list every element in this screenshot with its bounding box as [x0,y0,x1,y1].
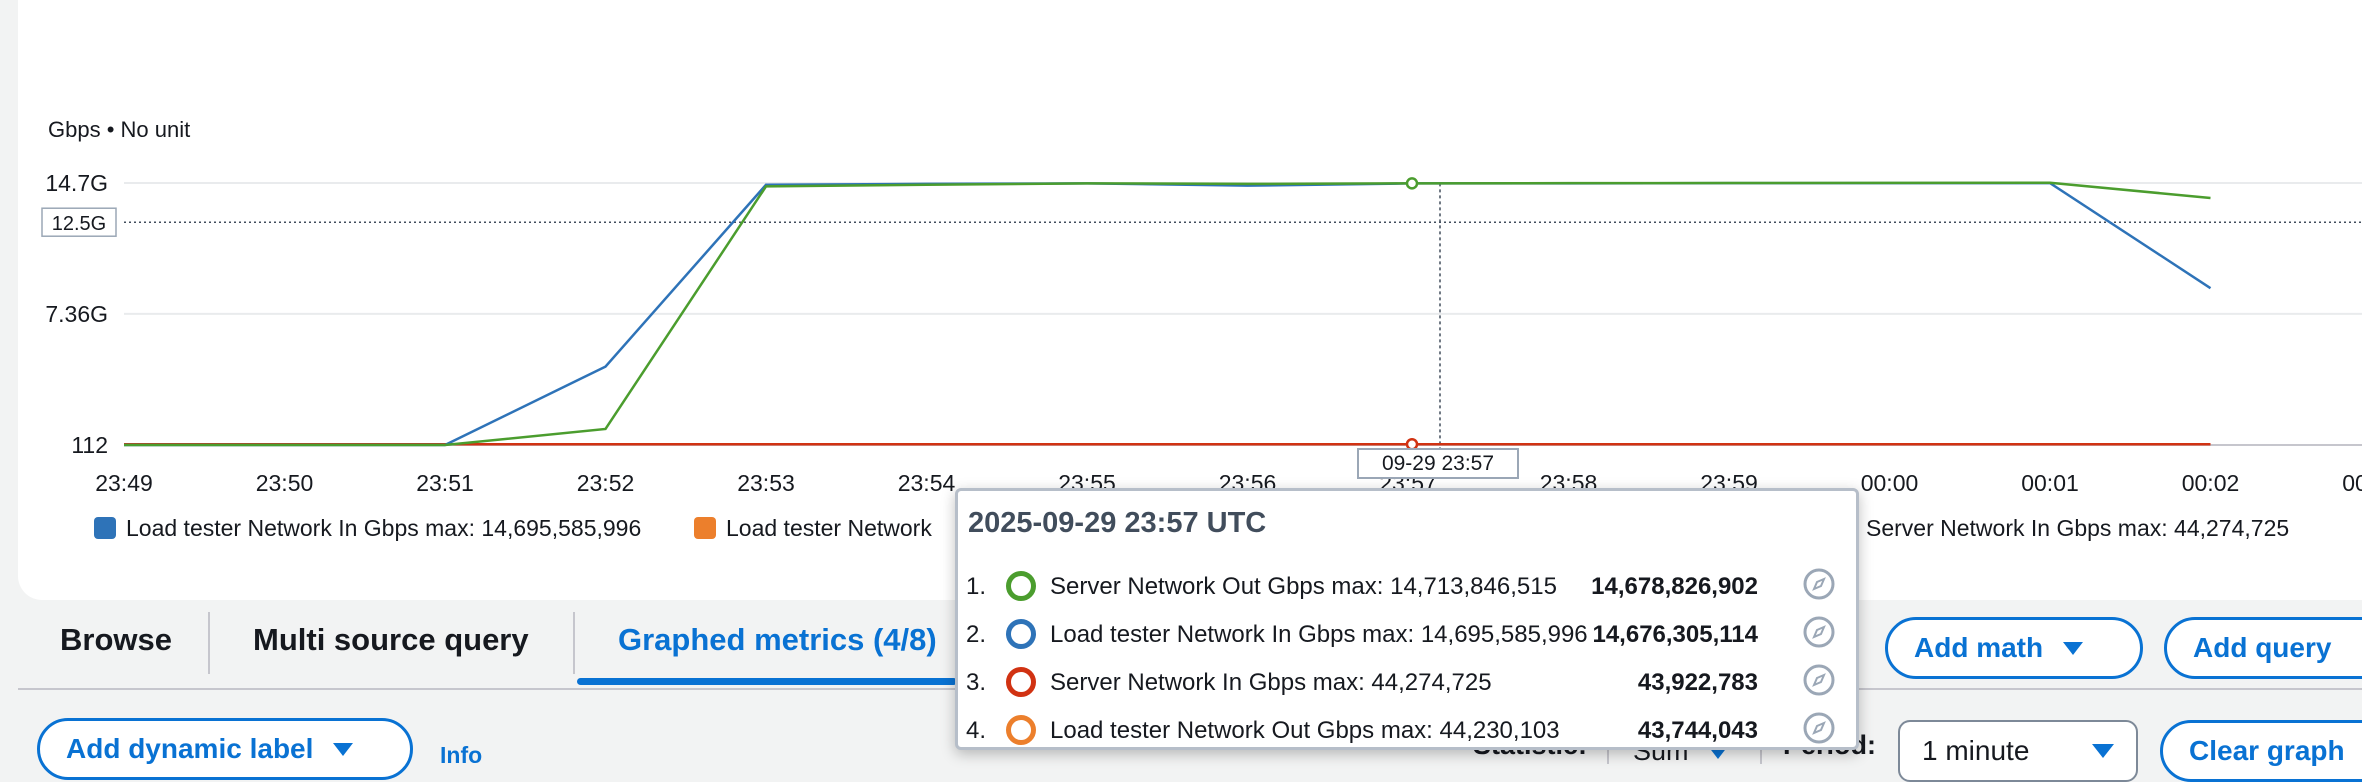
series-ring-icon [1006,619,1036,649]
compass-icon[interactable] [1802,663,1836,704]
row-number: 4. [966,717,986,745]
tab-browse[interactable]: Browse [60,622,172,658]
add-math-button[interactable]: Add math [1885,617,2143,679]
x-tick-label: 23:51 [416,470,474,496]
period-value: 1 minute [1922,735,2029,767]
row-number: 2. [966,621,986,649]
row-series-name: Load tester Network In Gbps max: 14,695,… [1050,621,1588,649]
row-number: 3. [966,669,986,697]
row-series-name: Server Network In Gbps max: 44,274,725 [1050,669,1492,697]
add-math-label: Add math [1914,632,2043,664]
row-value: 14,676,305,114 [1592,621,1758,649]
row-value: 43,744,043 [1638,717,1758,745]
legend-item-load-tester-out[interactable]: Load tester Network [694,513,932,543]
row-series-name: Server Network Out Gbps max: 14,713,846,… [1050,573,1557,601]
tab-multi-source-query[interactable]: Multi source query [253,622,529,658]
x-tick-label: 23:54 [898,470,956,496]
legend-label: Load tester Network In Gbps max: 14,695,… [126,515,641,542]
compass-icon[interactable] [1802,567,1836,608]
x-tick-label: 23:49 [95,470,153,496]
info-link[interactable]: Info [440,742,482,769]
threshold-label: 12.5G [52,213,106,235]
compass-icon[interactable] [1802,615,1836,656]
caret-down-icon [333,743,353,756]
tooltip-row: 3. Server Network In Gbps max: 44,274,72… [966,663,1846,703]
y-tick-label: 14.7G [45,170,108,196]
hover-point-marker [1407,178,1417,188]
add-query-button[interactable]: Add query [2164,617,2362,679]
tooltip-row: 1. Server Network Out Gbps max: 14,713,8… [966,567,1846,607]
period-select[interactable]: 1 minute [1898,720,2138,782]
line-chart[interactable]: 14.7G 7.36G 112 12.5G 23:49 23:50 23:51 23:52 23… [0,0,2362,560]
row-number: 1. [966,573,986,601]
legend-swatch [694,517,716,539]
row-value: 43,922,783 [1638,669,1758,697]
x-tick-label: 23:50 [256,470,314,496]
legend-item-server-in[interactable]: Server Network In Gbps max: 44,274,725 [1866,513,2289,543]
x-tick-label: 00:01 [2021,470,2079,496]
add-dynamic-label-button[interactable]: Add dynamic label [37,718,413,780]
caret-down-icon [2063,642,2083,655]
y-axis-unit-label: Gbps • No unit [48,117,190,143]
x-tick-label: 23:52 [577,470,635,496]
legend-item-load-tester-in[interactable]: Load tester Network In Gbps max: 14,695,… [94,513,641,543]
tab-divider [208,612,210,674]
legend-label: Server Network In Gbps max: 44,274,725 [1866,515,2289,542]
add-dynamic-label-text: Add dynamic label [66,733,313,765]
caret-down-icon [2092,744,2114,758]
x-tick-label: 00:03 [2342,470,2362,496]
y-tick-label: 112 [71,432,108,458]
series-ring-icon [1006,571,1036,601]
row-series-name: Load tester Network Out Gbps max: 44,230… [1050,717,1560,745]
tooltip-title: 2025-09-29 23:57 UTC [968,507,1266,540]
clear-graph-button[interactable]: Clear graph [2160,720,2362,782]
tab-divider [573,612,575,674]
clear-graph-label: Clear graph [2189,735,2345,767]
x-tick-label: 23:53 [737,470,795,496]
legend-swatch [94,517,116,539]
compass-icon[interactable] [1802,711,1836,752]
active-tab-indicator [577,678,957,685]
x-tick-label: 00:02 [2182,470,2240,496]
hover-tooltip: 2025-09-29 23:57 UTC 1. Server Network O… [955,488,1859,750]
hover-time-box: 09-29 23:57 [1357,448,1519,479]
tab-graphed-metrics[interactable]: Graphed metrics (4/8) [618,622,937,658]
x-tick-label: 00:00 [1861,470,1919,496]
row-value: 14,678,826,902 [1591,573,1758,601]
tooltip-row: 4. Load tester Network Out Gbps max: 44,… [966,711,1846,751]
series-ring-icon [1006,715,1036,745]
y-tick-label: 7.36G [45,301,108,327]
series-ring-icon [1006,667,1036,697]
legend-label: Load tester Network [726,515,932,542]
add-query-label: Add query [2193,632,2331,664]
tooltip-row: 2. Load tester Network In Gbps max: 14,6… [966,615,1846,655]
